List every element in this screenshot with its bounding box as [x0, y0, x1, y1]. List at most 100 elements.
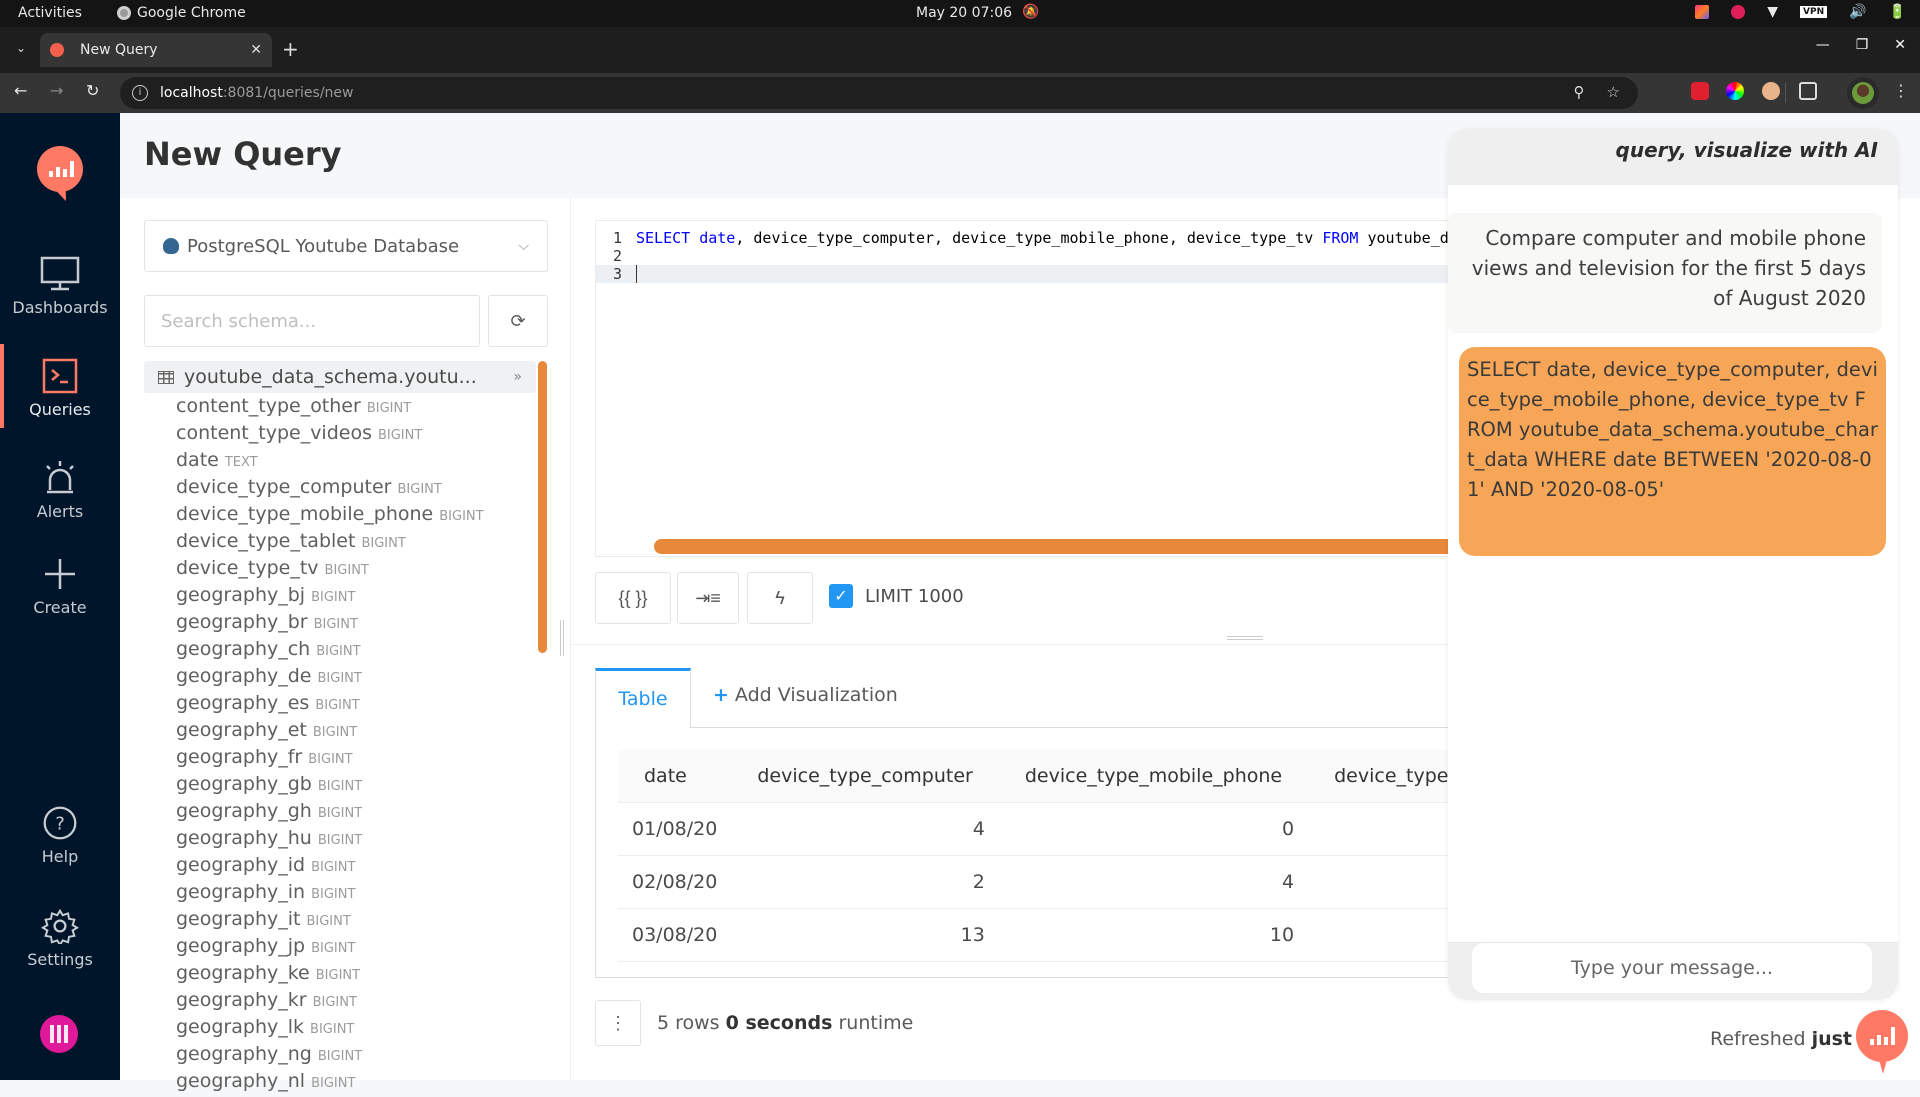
ai-response-message[interactable]: SELECT date, device_type_computer, devic… [1459, 347, 1886, 556]
column-header[interactable]: date [618, 750, 732, 803]
add-parameter-button[interactable]: {{ }} [595, 572, 671, 624]
chrome-menu-icon[interactable]: ⋮ [1893, 81, 1909, 100]
sidebar-item-queries[interactable]: Queries [0, 344, 120, 428]
sidebar-item-dashboards[interactable]: Dashboards [0, 256, 120, 317]
forward-button[interactable]: → [50, 81, 63, 100]
schema-column-item[interactable]: geography_fr BIGINT [176, 744, 536, 771]
bookmark-star-icon[interactable]: ☆ [1607, 83, 1620, 101]
schema-column-item[interactable]: geography_br BIGINT [176, 609, 536, 636]
chat-message-input[interactable] [1472, 943, 1872, 993]
add-visualization-button[interactable]: + Add Visualization [713, 684, 898, 706]
sidebar-item-alerts[interactable]: Alerts [0, 460, 120, 521]
restore-icon[interactable]: ❐ [1856, 37, 1869, 53]
sql-editor[interactable]: 1 SELECT date, device_type_computer, devi… [595, 220, 1451, 557]
user-avatar[interactable] [40, 1015, 78, 1053]
datasource-select[interactable]: PostgreSQL Youtube Database ⌵ [144, 220, 548, 272]
table-row: 01/08/20 4 0 [618, 802, 1503, 856]
minimize-icon[interactable]: — [1816, 37, 1830, 53]
activities-button[interactable]: Activities [18, 5, 82, 21]
terminal-icon [42, 358, 78, 394]
new-tab-button[interactable]: + [282, 37, 299, 61]
close-window-icon[interactable]: ✕ [1894, 37, 1906, 53]
schema-column-item[interactable]: geography_gb BIGINT [176, 771, 536, 798]
table-cell: 0 [998, 802, 1309, 856]
extensions-puzzle-icon[interactable] [1799, 82, 1817, 100]
editor-resize-handle[interactable] [1227, 636, 1263, 640]
reload-button[interactable]: ↻ [86, 81, 99, 100]
chat-launcher-button[interactable] [1856, 1010, 1908, 1074]
column-name: geography_bj [176, 584, 306, 606]
panel-resize-handle[interactable] [560, 620, 564, 656]
sidebar-item-help[interactable]: ? Help [0, 805, 120, 866]
system-tray[interactable]: ▼ VPN 🔊 🔋 [1695, 4, 1906, 20]
plus-icon: + [713, 684, 729, 706]
schema-column-item[interactable]: content_type_videos BIGINT [176, 420, 536, 447]
lightning-icon: ϟ [775, 587, 785, 608]
more-actions-button[interactable]: ⋮ [595, 1000, 641, 1046]
site-info-icon[interactable]: i [132, 85, 148, 101]
slack-icon[interactable] [1731, 5, 1746, 19]
editor-horizontal-scrollbar[interactable] [654, 539, 1451, 554]
schema-column-item[interactable]: geography_ch BIGINT [176, 636, 536, 663]
sidebar-item-create[interactable]: Create [0, 556, 120, 617]
app-sidebar: Dashboards Queries Alerts Create ? Help … [0, 113, 120, 1080]
checkbox-checked-icon[interactable]: ✓ [829, 584, 853, 608]
refresh-schema-button[interactable]: ⟳ [488, 295, 548, 347]
back-button[interactable]: ← [14, 81, 27, 100]
autocomplete-toggle-button[interactable]: ϟ [747, 572, 813, 624]
page-title[interactable]: New Query [144, 135, 342, 173]
redash-logo[interactable] [37, 146, 83, 192]
column-name: geography_es [176, 692, 310, 714]
column-header[interactable]: device_type_computer [731, 750, 999, 803]
schema-column-item[interactable]: geography_jp BIGINT [176, 933, 536, 960]
limit-checkbox[interactable]: ✓ LIMIT 1000 [829, 584, 964, 608]
table-cell: 01/08/20 [618, 802, 732, 856]
schema-column-item[interactable]: geography_es BIGINT [176, 690, 536, 717]
extension-red-icon[interactable] [1691, 82, 1709, 100]
schema-column-item[interactable]: geography_et BIGINT [176, 717, 536, 744]
clock[interactable]: May 20 07:06 [916, 5, 1012, 21]
column-header[interactable]: device_type_mobile_phone [998, 750, 1309, 803]
address-bar[interactable]: i localhost:8081/queries/new ⚲ ☆ [120, 77, 1638, 109]
sidebar-item-settings[interactable]: Settings [0, 908, 120, 969]
color-picker-extension-icon[interactable] [1726, 82, 1744, 100]
column-type: BIGINT [317, 806, 363, 821]
schema-column-item[interactable]: content_type_other BIGINT [176, 393, 536, 420]
schema-column-item[interactable]: geography_bj BIGINT [176, 582, 536, 609]
schema-scrollbar[interactable] [538, 361, 547, 653]
extension-face-icon[interactable] [1762, 82, 1780, 100]
jetbrains-toolbox-icon[interactable] [1695, 5, 1710, 19]
tab-search-button[interactable]: ⌄ [10, 37, 32, 59]
schema-column-item[interactable]: geography_lk BIGINT [176, 1014, 536, 1041]
schema-column-item[interactable]: geography_de BIGINT [176, 663, 536, 690]
schema-column-item[interactable]: geography_kr BIGINT [176, 987, 536, 1014]
schema-column-item[interactable]: device_type_computer BIGINT [176, 474, 536, 501]
schema-column-item[interactable]: device_type_tablet BIGINT [176, 528, 536, 555]
schema-search-input[interactable] [144, 295, 480, 347]
zoom-icon[interactable]: ⚲ [1574, 83, 1585, 101]
schema-column-item[interactable]: geography_hu BIGINT [176, 825, 536, 852]
sidebar-label-settings: Settings [27, 950, 93, 969]
browser-tab-new-query[interactable]: New Query ✕ [40, 33, 272, 67]
close-tab-icon[interactable]: ✕ [250, 42, 262, 58]
schema-column-item[interactable]: geography_ng BIGINT [176, 1041, 536, 1068]
schema-column-item[interactable]: geography_id BIGINT [176, 852, 536, 879]
schema-column-item[interactable]: geography_nl BIGINT [176, 1068, 536, 1095]
schema-column-item[interactable]: geography_ke BIGINT [176, 960, 536, 987]
table-row: 02/08/20 2 4 [618, 855, 1503, 909]
insert-table-icon[interactable]: » [513, 369, 522, 385]
schema-column-item[interactable]: device_type_tv BIGINT [176, 555, 536, 582]
schema-column-item[interactable]: geography_gh BIGINT [176, 798, 536, 825]
active-app-indicator[interactable]: Google Chrome [117, 5, 246, 21]
schema-table-item[interactable]: youtube_data_schema.youtu... » [144, 361, 536, 393]
format-query-button[interactable]: ⇥≡ [677, 572, 739, 624]
column-type: BIGINT [313, 617, 358, 632]
column-name: geography_fr [176, 746, 303, 768]
tab-table[interactable]: Table [595, 668, 691, 729]
schema-column-item[interactable]: geography_it BIGINT [176, 906, 536, 933]
schema-column-item[interactable]: date TEXT [176, 447, 536, 474]
schema-column-item[interactable]: geography_in BIGINT [176, 879, 536, 906]
schema-column-item[interactable]: device_type_mobile_phone BIGINT [176, 501, 536, 528]
profile-avatar[interactable] [1847, 77, 1879, 109]
table-cell: 4 [731, 802, 999, 856]
